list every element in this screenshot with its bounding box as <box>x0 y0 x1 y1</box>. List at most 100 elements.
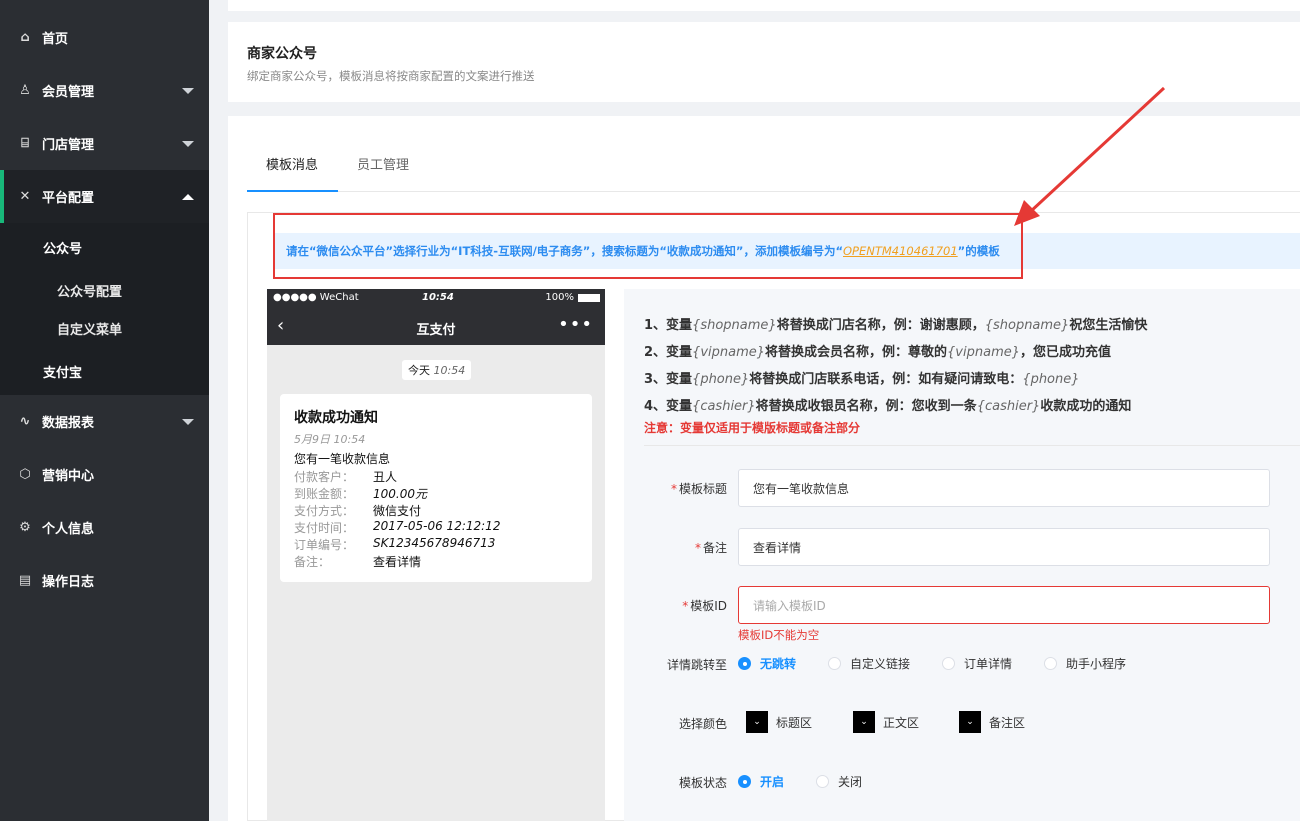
hint-var: {shopname} <box>692 318 777 333</box>
sidebar-item-profile[interactable]: ⚙ 个人信息 <box>0 501 209 554</box>
sidebar-item-label: 自定义菜单 <box>57 322 123 338</box>
message-row: 支付方式： 微信支付 <box>294 502 421 519</box>
radio-custom-link[interactable]: 自定义链接 <box>828 655 910 672</box>
chart-icon: ∿ <box>19 414 31 429</box>
hint-text: 2、变量 <box>644 345 693 360</box>
row-value: 2017-05-06 12:12:12 <box>373 519 501 533</box>
sidebar-item-stores[interactable]: ⌸ 门店管理 <box>0 117 209 170</box>
submenu-platform-config: 公众号 公众号配置 自定义菜单 支付宝 <box>0 223 209 395</box>
date-pill: 今天 10:54 <box>402 360 472 380</box>
color-label: 选择颜色 <box>678 717 727 731</box>
tab-staff-management[interactable]: 员工管理 <box>357 154 409 173</box>
battery-status: 100% <box>545 292 600 303</box>
sidebar-item-custom-menu[interactable]: 自定义菜单 <box>0 309 209 347</box>
sidebar: ⌂ 首页 ♙ 会员管理 ⌸ 门店管理 ✕ 平台配置 公众号 公众号配置 自定义菜… <box>0 0 209 821</box>
message-date: 5月9日 10:54 <box>294 433 366 446</box>
row-key: 到账金额： <box>294 487 355 501</box>
color-title-area[interactable]: ⌄ 标题区 <box>746 711 812 733</box>
sidebar-item-members[interactable]: ♙ 会员管理 <box>0 64 209 117</box>
radio-order-detail[interactable]: 订单详情 <box>942 655 1012 672</box>
radio-status-on[interactable]: 开启 <box>738 773 784 790</box>
sidebar-item-label: 个人信息 <box>42 522 95 537</box>
color-body-area[interactable]: ⌄ 正文区 <box>853 711 919 733</box>
sidebar-item-label: 平台配置 <box>42 191 95 206</box>
sidebar-item-label: 公众号配置 <box>57 284 123 300</box>
sidebar-item-reports[interactable]: ∿ 数据报表 <box>0 395 209 448</box>
more-icon: ••• <box>558 314 593 335</box>
phone-header: ●●●●● WeChat 10:54 100% ‹ 互支付 ••• <box>267 289 605 345</box>
remark-label: * 备注 <box>694 541 727 555</box>
hint-text: ，您已成功充值 <box>1020 345 1112 360</box>
row-key: 支付方式： <box>294 504 355 518</box>
template-id-input[interactable]: 请输入模板ID <box>738 586 1270 624</box>
variable-note: 注意：变量仅适用于模版标题或备注部分 <box>644 421 861 435</box>
battery-text: 100% <box>545 292 574 303</box>
status-radio-group: 开启 关闭 <box>738 773 884 790</box>
message-row: 支付时间： 2017-05-06 12:12:12 <box>294 519 500 536</box>
hint-var: {cashier} <box>976 399 1041 414</box>
log-icon: ▤ <box>18 573 32 588</box>
color-remark-area[interactable]: ⌄ 备注区 <box>959 711 1025 733</box>
carrier-text: ●●●●● WeChat <box>273 292 359 303</box>
color-option-label: 备注区 <box>989 715 1026 730</box>
status-time: 10:54 <box>422 292 454 303</box>
variable-hint: 3、变量{phone}将替换成门店联系电话，例：如有疑问请致电：{phone} <box>644 368 1080 387</box>
color-option-label: 标题区 <box>776 715 813 730</box>
message-title: 收款成功通知 <box>294 410 378 426</box>
message-row: 订单编号： SK12345678946713 <box>294 536 495 553</box>
sidebar-item-label: 支付宝 <box>43 365 83 381</box>
radio-no-jump[interactable]: 无跳转 <box>738 655 796 672</box>
sidebar-item-gzh[interactable]: 公众号 <box>0 223 209 271</box>
template-title-label: * 模板标题 <box>670 482 727 496</box>
status-label: 模板状态 <box>678 776 727 790</box>
radio-status-off[interactable]: 关闭 <box>816 773 862 790</box>
template-id-label: * 模板ID <box>682 599 727 613</box>
sidebar-item-label: 操作日志 <box>42 575 95 590</box>
sidebar-item-alipay[interactable]: 支付宝 <box>0 347 209 395</box>
sidebar-item-logs[interactable]: ▤ 操作日志 <box>0 554 209 607</box>
hint-var: {vipname} <box>692 345 766 360</box>
hint-text: 将替换成会员名称，例：尊敬的 <box>765 345 948 360</box>
hint-text: 4、变量 <box>644 399 693 414</box>
variable-hint: 2、变量{vipname}将替换成会员名称，例：尊敬的{vipname}，您已成… <box>644 341 1111 360</box>
row-key: 备注： <box>294 555 331 569</box>
color-swatch-icon: ⌄ <box>959 711 981 733</box>
chevron-up-icon <box>182 193 194 200</box>
hint-var: {shopname} <box>984 318 1070 333</box>
message-row: 付款客户： 丑人 <box>294 468 397 485</box>
date-label: 今天 <box>408 364 430 377</box>
sidebar-item-home[interactable]: ⌂ 首页 <box>0 11 209 64</box>
sidebar-item-label: 首页 <box>42 32 69 47</box>
jump-label: 详情跳转至 <box>666 658 727 672</box>
sidebar-item-label: 数据报表 <box>42 416 95 431</box>
page-title: 商家公众号 <box>247 46 317 62</box>
template-title-input[interactable]: 您有一笔收款信息 <box>738 469 1270 507</box>
variable-hint: 1、变量{shopname}将替换成门店名称，例：谢谢惠顾，{shopname}… <box>644 314 1147 333</box>
sidebar-item-platform-config[interactable]: ✕ 平台配置 <box>0 170 209 223</box>
box-icon: ⬡ <box>19 467 31 482</box>
hint-text: 1、变量 <box>644 318 693 333</box>
color-swatch-icon: ⌄ <box>853 711 875 733</box>
message-row: 备注： 查看详情 <box>294 553 421 570</box>
header-card: 商家公众号 绑定商家公众号，模板消息将按商家配置的文案进行推送 <box>228 22 1300 102</box>
remark-input[interactable]: 查看详情 <box>738 528 1270 566</box>
sidebar-item-gzh-config[interactable]: 公众号配置 <box>0 271 209 309</box>
row-key: 付款客户： <box>294 470 355 484</box>
row-key: 订单编号： <box>294 538 355 552</box>
home-icon: ⌂ <box>20 30 30 45</box>
radio-mini-program[interactable]: 助手小程序 <box>1044 655 1126 672</box>
hint-text: 将替换成收银员名称，例：您收到一条 <box>755 399 977 414</box>
hint-var: {phone} <box>1022 372 1080 387</box>
chevron-down-icon <box>182 87 194 94</box>
tab-bar: 模板消息 员工管理 <box>247 116 1300 192</box>
sidebar-item-marketing[interactable]: ⬡ 营销中心 <box>0 448 209 501</box>
sidebar-item-label: 营销中心 <box>42 469 95 484</box>
color-option-label: 正文区 <box>883 715 920 730</box>
hint-var: {cashier} <box>692 399 756 414</box>
tab-template-message[interactable]: 模板消息 <box>266 154 318 173</box>
row-value: 丑人 <box>373 470 398 484</box>
hint-text: 收款成功的通知 <box>1040 399 1132 414</box>
jump-radio-group: 无跳转 自定义链接 订单详情 助手小程序 <box>738 655 1148 672</box>
variable-hint: 4、变量{cashier}将替换成收银员名称，例：您收到一条{cashier}收… <box>644 395 1131 414</box>
annotation-box <box>273 213 1023 279</box>
